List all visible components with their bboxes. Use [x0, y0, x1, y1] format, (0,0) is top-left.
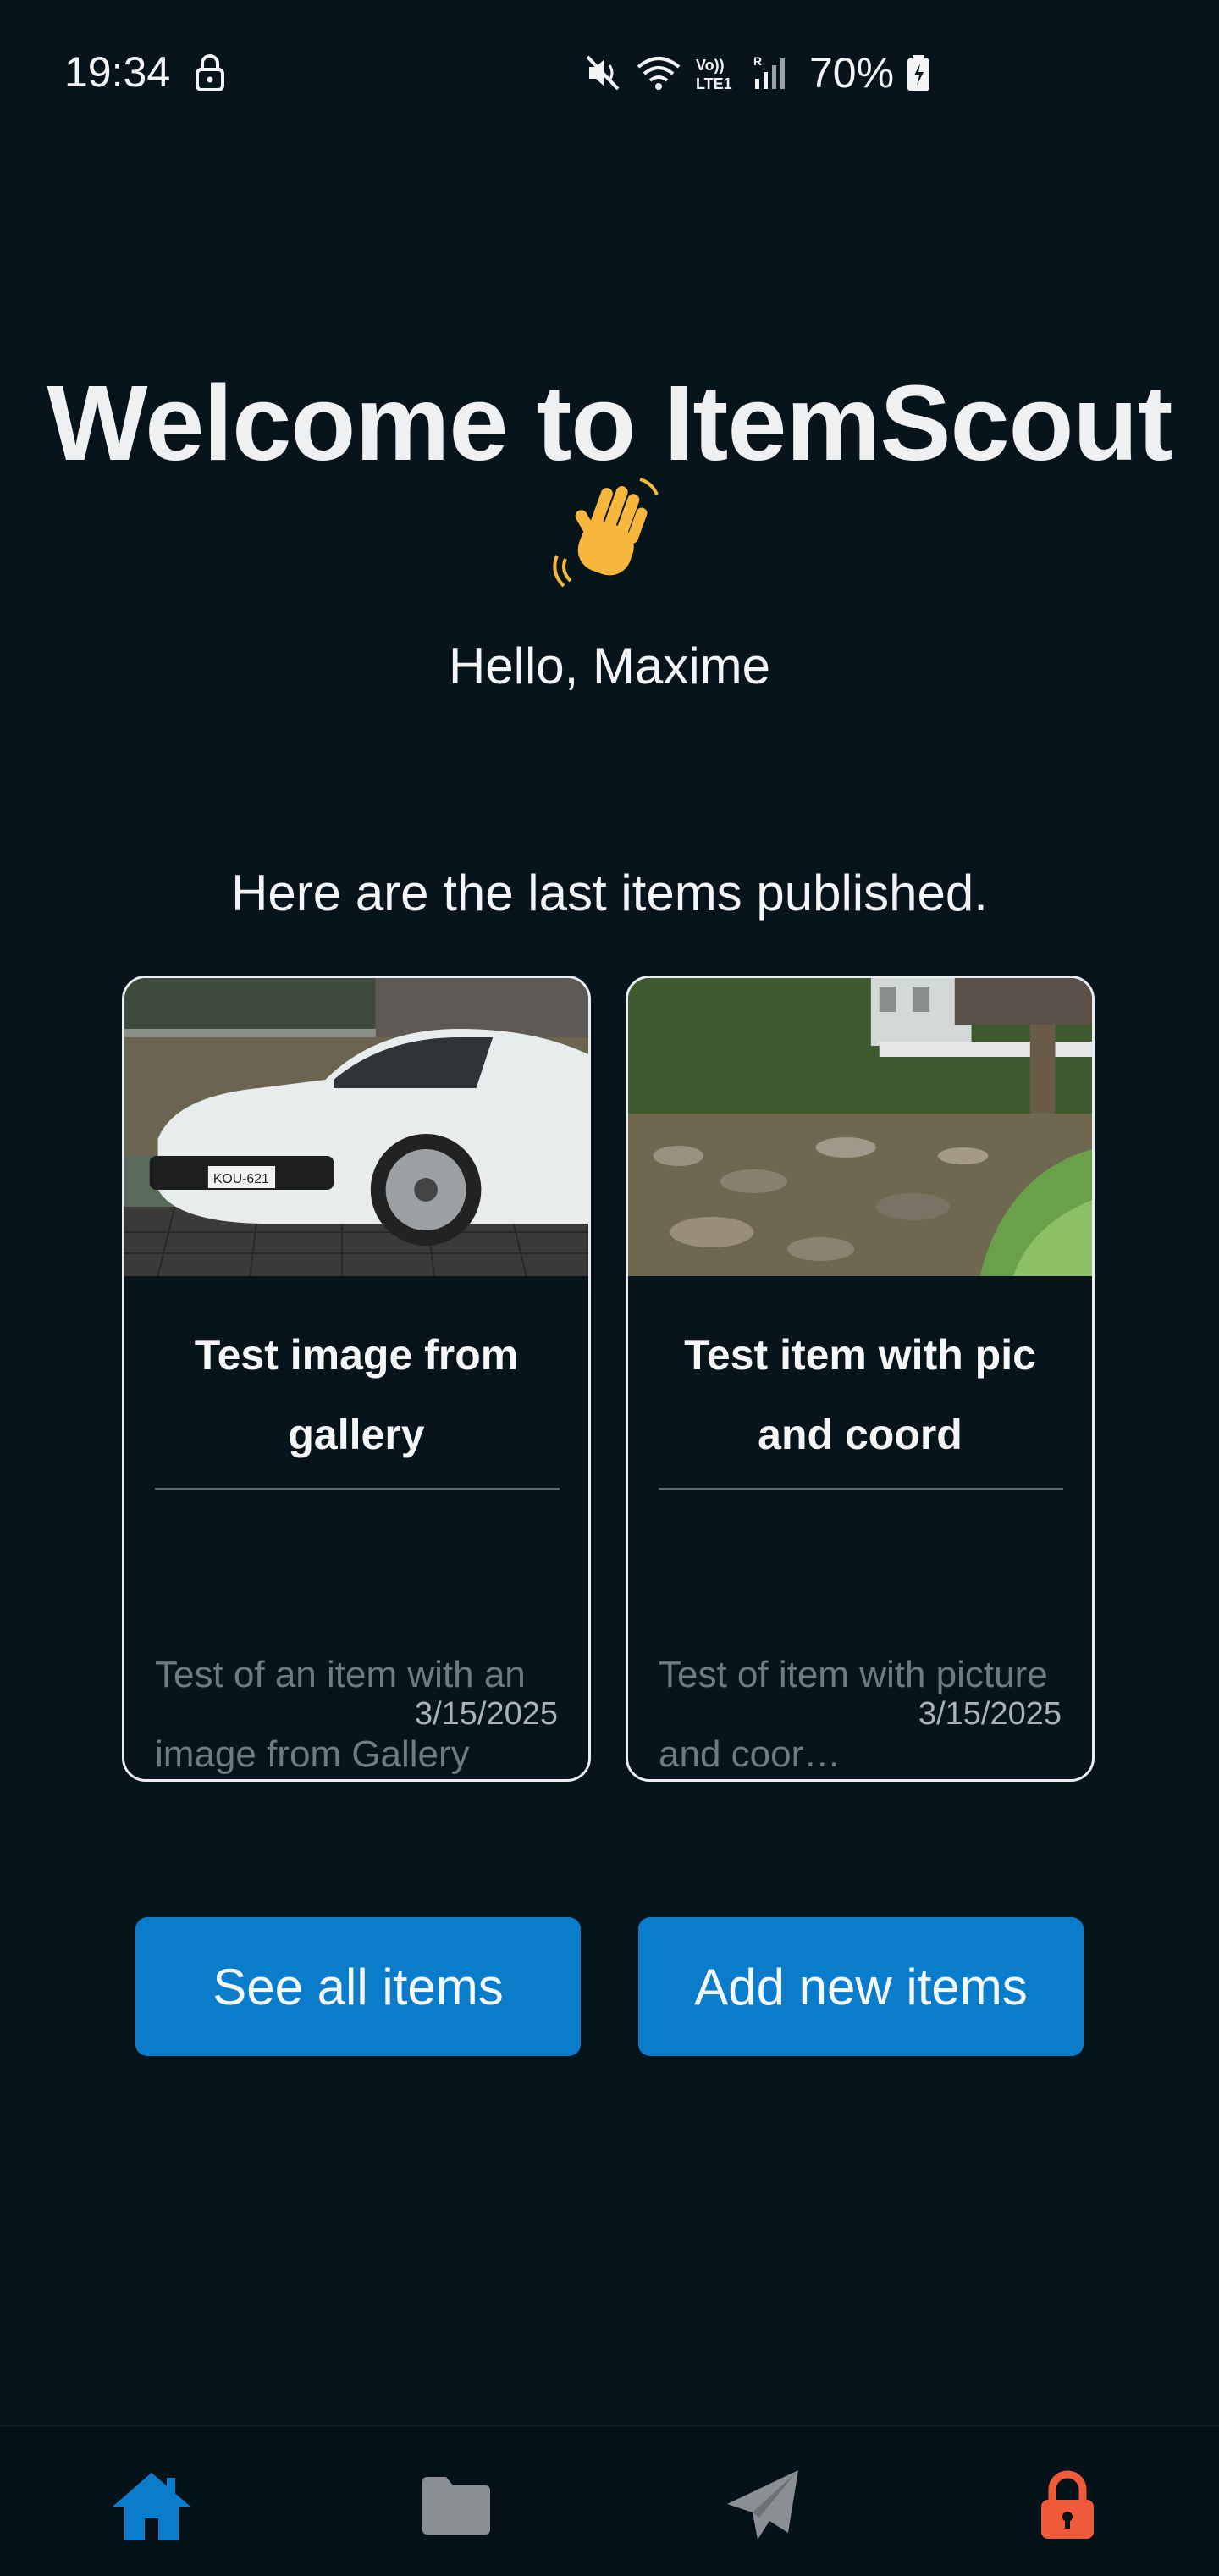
svg-text:LTE1: LTE1 [696, 75, 732, 92]
send-icon [727, 2470, 798, 2540]
lock-icon [196, 54, 224, 91]
item-image [628, 978, 1092, 1276]
nav-home[interactable] [105, 2459, 198, 2552]
status-bar: 19:34 Vo)) LTE1 R 70% [0, 0, 1219, 144]
see-all-items-button[interactable]: See all items [135, 1917, 581, 2056]
bottom-navigation [0, 2425, 1219, 2576]
lock-icon [1041, 2470, 1094, 2539]
page-title: Welcome to ItemScout [47, 363, 1173, 483]
divider [659, 1488, 1063, 1490]
volte-icon: Vo)) LTE1 [696, 57, 732, 92]
nav-lock[interactable] [1021, 2459, 1114, 2552]
nav-send[interactable] [716, 2459, 809, 2552]
waving-hand-icon [553, 478, 659, 588]
item-date: 3/15/2025 [918, 1696, 1062, 1732]
status-icons: Vo)) LTE1 R 70% [584, 47, 931, 98]
add-new-items-button[interactable]: Add new items [638, 1917, 1084, 2056]
svg-text:R: R [753, 54, 762, 68]
item-card[interactable]: Test item with pic and coord Test of ite… [626, 976, 1095, 1782]
greeting: Hello, Maxime [448, 638, 771, 694]
wifi-icon [637, 57, 681, 90]
folder-icon [422, 2477, 490, 2535]
battery-percent: 70% [809, 49, 895, 97]
section-subtitle: Here are the last items published. [231, 865, 988, 921]
item-image: KOU-621 [124, 978, 588, 1276]
svg-text:KOU-621: KOU-621 [213, 1172, 269, 1186]
item-card[interactable]: KOU-621 Test image from gallery Test of … [122, 976, 591, 1782]
item-title: Test item with pic and coord [684, 1331, 1036, 1458]
mute-icon [586, 55, 620, 91]
signal-icon: R [753, 54, 785, 89]
item-date: 3/15/2025 [414, 1696, 558, 1732]
status-time: 19:34 [64, 48, 171, 96]
divider [155, 1488, 560, 1490]
home-icon [113, 2473, 190, 2540]
item-title: Test image from gallery [194, 1331, 519, 1458]
battery-icon [907, 55, 930, 91]
svg-text:Vo)): Vo)) [696, 57, 725, 74]
nav-items[interactable] [410, 2459, 503, 2552]
